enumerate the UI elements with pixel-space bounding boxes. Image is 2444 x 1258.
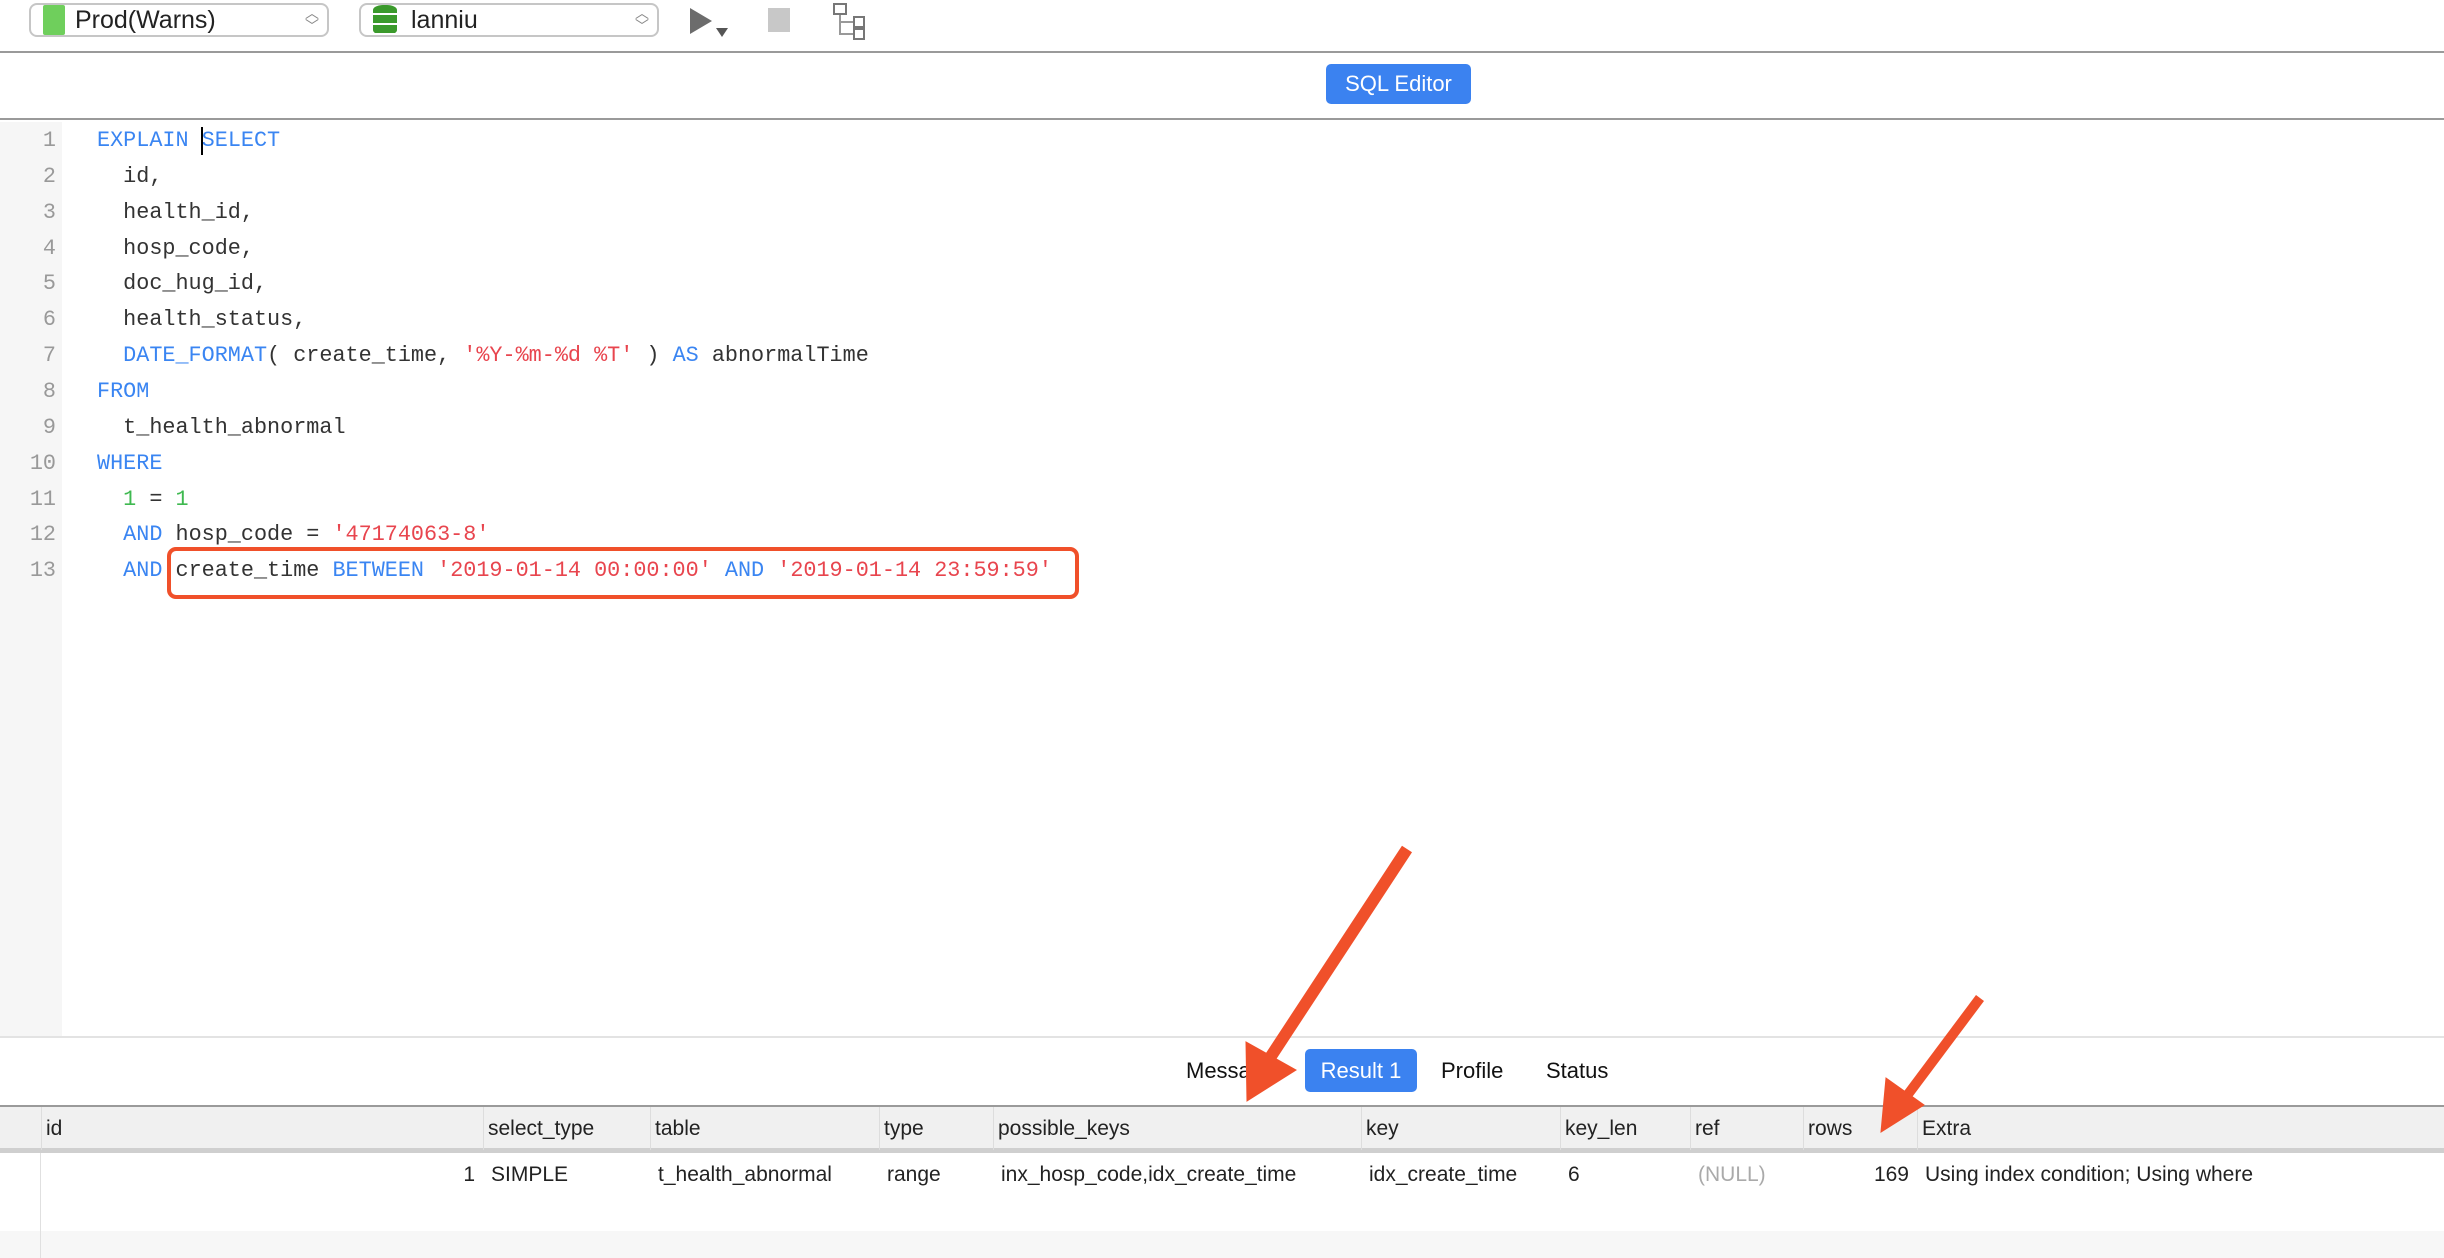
arrow-annotations [1245, 845, 1985, 1133]
arrow-to-rows [1880, 995, 1985, 1133]
arrow-to-possible-keys [1245, 845, 1413, 1102]
